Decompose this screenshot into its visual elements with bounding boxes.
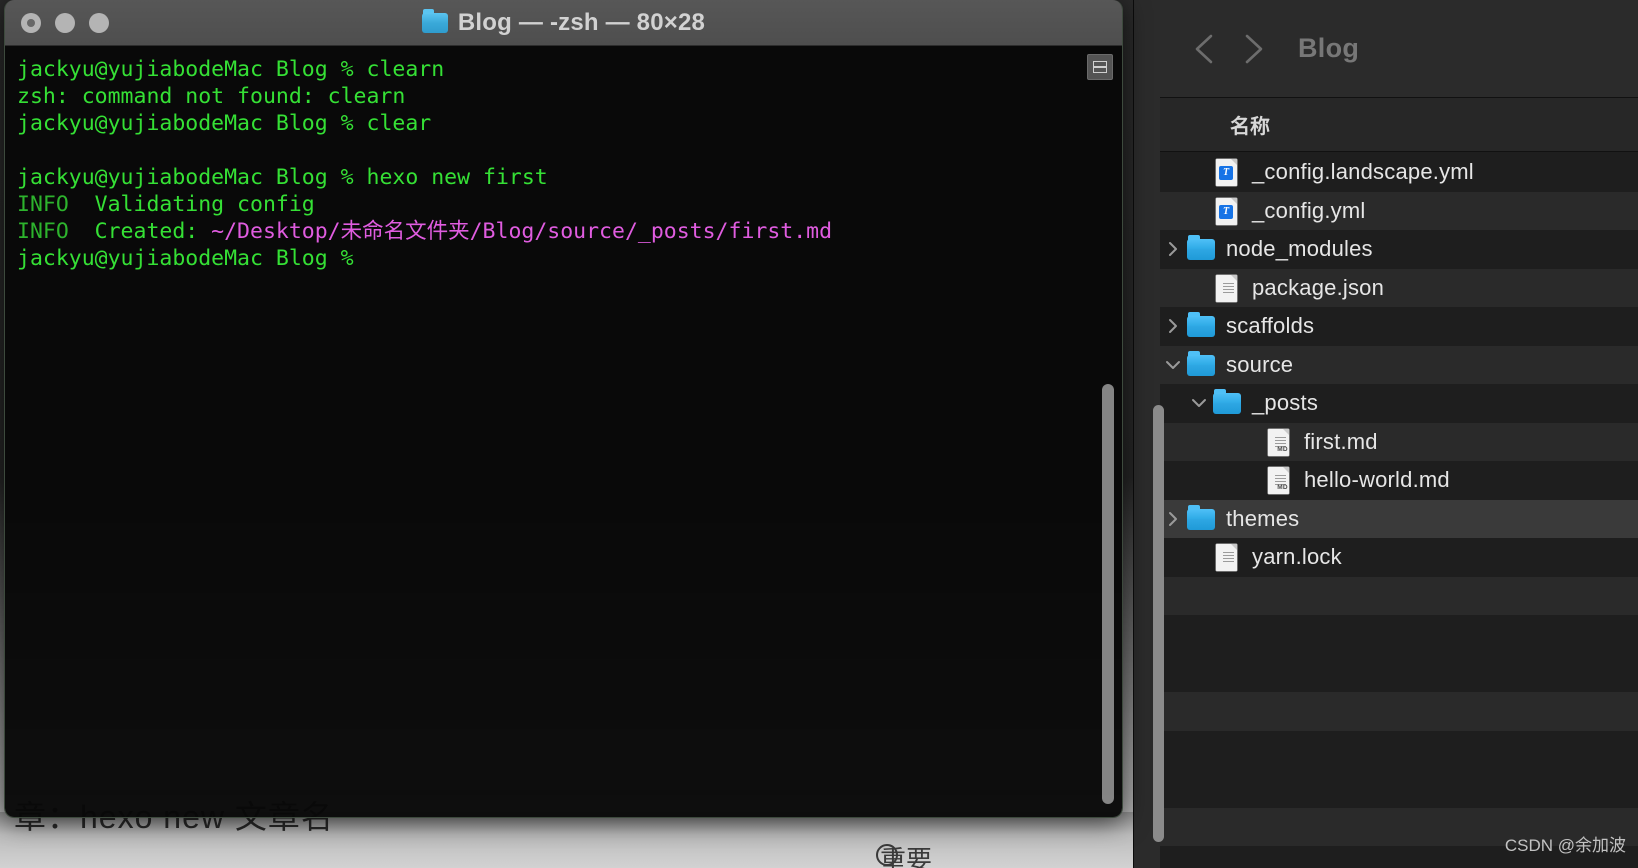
md-file-icon: MD — [1264, 465, 1294, 495]
file-row-label: source — [1226, 351, 1294, 377]
terminal-titlebar[interactable]: Blog — -zsh — 80×28 — [5, 0, 1122, 46]
terminal-scrollbar[interactable] — [1102, 384, 1114, 804]
finder-body: Blog 名称 T _config.landscape.yml T _config.y… — [1160, 0, 1638, 868]
terminal-created-path: ~/Desktop/未命名文件夹/Blog/source/_posts/firs… — [211, 219, 833, 244]
file-row-empty — [1160, 576, 1638, 615]
finder-toolbar: Blog — [1160, 0, 1638, 98]
terminal-output-line: zsh: command not found: clearn — [17, 83, 1122, 110]
terminal-prompt: jackyu@yujiabodeMac Blog % — [17, 111, 367, 136]
column-header-name: 名称 — [1230, 116, 1270, 138]
file-row[interactable]: MD first.md — [1160, 422, 1638, 461]
folder-icon — [1186, 311, 1216, 341]
file-row-label: package.json — [1252, 274, 1385, 300]
chevron-down-icon[interactable] — [1186, 395, 1212, 411]
file-row[interactable]: _posts — [1160, 384, 1638, 423]
folder-icon — [1212, 388, 1242, 418]
folder-icon — [421, 8, 448, 33]
terminal-command: hexo new first — [366, 165, 548, 190]
file-row-label: hello-world.md — [1304, 467, 1450, 493]
terminal-window: Blog — -zsh — 80×28 jackyu@yujiabodeMac … — [4, 0, 1123, 818]
chevron-right-icon[interactable] — [1236, 32, 1270, 66]
file-row[interactable]: T _config.landscape.yml — [1160, 153, 1638, 192]
minimize-button[interactable] — [55, 12, 75, 33]
terminal-title-text: Blog — -zsh — 80×28 — [457, 8, 706, 36]
terminal-prompt: jackyu@yujiabodeMac Blog % — [17, 165, 367, 190]
file-row-label: scaffolds — [1226, 313, 1315, 339]
file-row-label: _config.yml — [1252, 197, 1366, 223]
terminal-output-text: zsh: command not found: clearn — [17, 84, 406, 109]
terminal-prompt: jackyu@yujiabodeMac Blog % — [17, 246, 367, 271]
screen: 章：hexo new 文章名 重要 Blog 名称 T _config.lands… — [0, 0, 1638, 868]
md-file-icon: MD — [1264, 427, 1294, 457]
terminal-info-tag: INFO — [17, 192, 69, 217]
terminal-screen[interactable]: jackyu@yujiabodeMac Blog % clearn zsh: co… — [5, 46, 1122, 817]
file-row-label: node_modules — [1226, 236, 1373, 262]
file-row-empty — [1160, 769, 1638, 808]
file-row-label: themes — [1226, 505, 1300, 531]
terminal-prompt-line: jackyu@yujiabodeMac Blog % clearn — [17, 56, 1122, 83]
terminal-title: Blog — -zsh — 80×28 — [5, 8, 1122, 37]
doc-file-icon — [1212, 542, 1242, 572]
terminal-command: clearn — [366, 57, 445, 82]
terminal-output: jackyu@yujiabodeMac Blog % clearn zsh: co… — [17, 56, 1122, 272]
terminal-prompt-line: jackyu@yujiabodeMac Blog % hexo new firs… — [17, 164, 1122, 191]
finder-file-list[interactable]: T _config.landscape.yml T _config.yml node_m… — [1160, 153, 1638, 868]
watermark: CSDN @余加波 — [1504, 836, 1626, 855]
yml-file-icon: T — [1212, 196, 1242, 226]
chevron-left-icon[interactable] — [1188, 32, 1222, 66]
chevron-right-icon[interactable] — [1160, 241, 1186, 257]
terminal-info-line: INFO Validating config — [17, 191, 1122, 218]
file-row[interactable]: package.json — [1160, 268, 1638, 307]
file-row-empty — [1160, 654, 1638, 693]
doc-file-icon — [1212, 273, 1242, 303]
file-row-empty — [1160, 692, 1638, 731]
file-row[interactable]: T _config.yml — [1160, 191, 1638, 230]
file-row[interactable]: node_modules — [1160, 230, 1638, 269]
finder-scrollbar[interactable] — [1153, 405, 1164, 842]
background-ghost-text-secondary: 重要 — [880, 845, 933, 868]
terminal-info-text: Validating config — [68, 192, 315, 217]
finder-column-header[interactable]: 名称 — [1160, 98, 1638, 152]
file-row-empty — [1160, 731, 1638, 770]
file-row[interactable]: MD hello-world.md — [1160, 461, 1638, 500]
folder-icon — [1186, 350, 1216, 380]
file-row-label: yarn.lock — [1252, 544, 1342, 570]
file-row[interactable]: yarn.lock — [1160, 538, 1638, 577]
file-row[interactable]: source — [1160, 345, 1638, 384]
finder-window: Blog 名称 T _config.landscape.yml T _config.y… — [1133, 0, 1638, 868]
file-row-label: _posts — [1252, 390, 1319, 416]
terminal-info-tag: INFO — [17, 219, 69, 244]
chevron-down-icon[interactable] — [1160, 357, 1186, 373]
window-controls — [21, 12, 109, 33]
chevron-right-icon[interactable] — [1160, 318, 1186, 334]
terminal-prompt-line: jackyu@yujiabodeMac Blog % — [17, 245, 1122, 272]
folder-icon — [1186, 504, 1216, 534]
file-row-empty — [1160, 615, 1638, 654]
file-row-label: _config.landscape.yml — [1252, 159, 1474, 185]
close-button[interactable] — [21, 12, 41, 33]
file-row[interactable]: scaffolds — [1160, 307, 1638, 346]
terminal-info-path-line: INFO Created: ~/Desktop/未命名文件夹/Blog/sour… — [17, 218, 1122, 245]
terminal-prompt: jackyu@yujiabodeMac Blog % — [17, 57, 367, 82]
finder-window-title: Blog — [1298, 33, 1360, 63]
folder-icon — [1186, 234, 1216, 264]
terminal-split-pane-icon[interactable] — [1087, 54, 1113, 80]
file-row-label: first.md — [1304, 428, 1378, 454]
terminal-info-text: Created: — [68, 219, 212, 244]
terminal-prompt-line: jackyu@yujiabodeMac Blog % clear — [17, 110, 1122, 137]
yml-file-icon: T — [1212, 157, 1242, 187]
terminal-command: clear — [366, 111, 432, 136]
zoom-button[interactable] — [89, 12, 109, 33]
file-row[interactable]: themes — [1160, 499, 1638, 538]
